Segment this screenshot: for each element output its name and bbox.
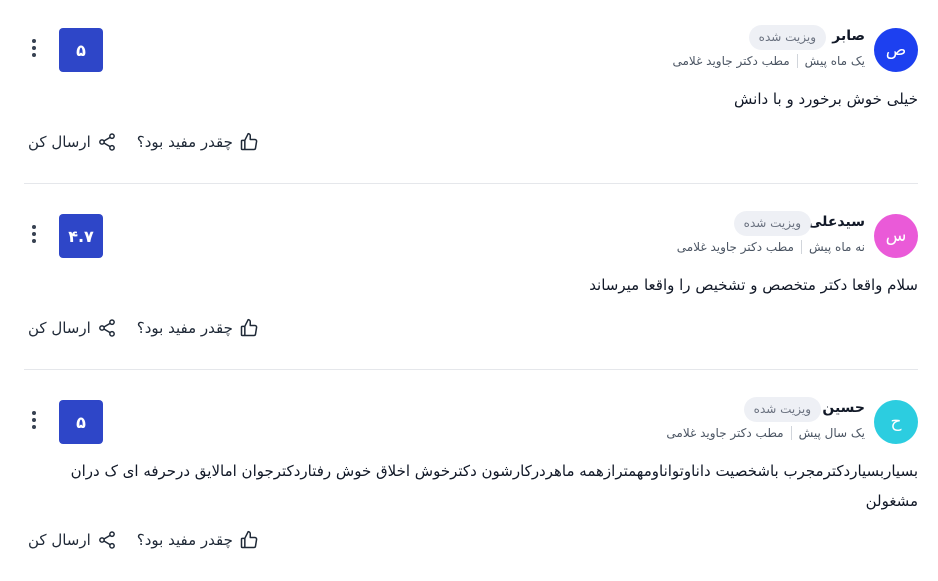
review-actions: چقدر مفید بود؟ ارسال کن: [28, 318, 259, 338]
review-time: یک ماه پیش: [804, 54, 865, 68]
avatar: س: [874, 214, 918, 258]
review-time: یک سال پیش: [798, 426, 865, 440]
helpful-label: چقدر مفید بود؟: [136, 133, 233, 151]
review-meta: یک سال پیش مطب دکتر جاوید غلامی: [666, 426, 865, 440]
review-card: س سیدعلی ویزیت شده نه ماه پیش مطب دکتر ج…: [24, 211, 918, 354]
reviewer-name: سیدعلی: [807, 214, 865, 230]
clinic-name: مطب دکتر جاوید غلامی: [666, 426, 784, 440]
thumbs-up-icon: [240, 132, 258, 151]
review-actions: چقدر مفید بود؟ ارسال کن: [28, 132, 259, 152]
share-icon: [98, 319, 115, 337]
share-label: ارسال کن: [28, 319, 91, 337]
avatar: ص: [874, 28, 918, 72]
more-options-icon[interactable]: [28, 225, 40, 245]
rating-score: ۵: [59, 400, 103, 444]
clinic-name: مطب دکتر جاوید غلامی: [676, 240, 794, 254]
share-button[interactable]: ارسال کن: [28, 318, 117, 338]
rating-score: ۴.۷: [59, 214, 103, 258]
review-meta: یک ماه پیش مطب دکتر جاوید غلامی: [672, 54, 865, 68]
share-label: ارسال کن: [28, 133, 91, 151]
more-options-icon[interactable]: [28, 39, 40, 59]
share-button[interactable]: ارسال کن: [28, 530, 117, 550]
helpful-label: چقدر مفید بود؟: [136, 319, 233, 337]
share-label: ارسال کن: [28, 531, 91, 549]
more-options-icon[interactable]: [28, 411, 40, 431]
visited-badge: ویزیت شده: [743, 397, 821, 422]
review-comment: بسیاربسیاردکترمجرب باشخصیت داناوتواناومه…: [70, 462, 918, 510]
reviewer-name: حسین: [822, 400, 865, 416]
share-icon: [98, 133, 115, 151]
share-icon: [98, 531, 115, 549]
thumbs-up-icon: [240, 530, 258, 549]
helpful-button[interactable]: چقدر مفید بود؟: [137, 530, 259, 550]
clinic-name: مطب دکتر جاوید غلامی: [672, 54, 790, 68]
reviewer-name: صابر: [832, 28, 865, 44]
review-comment: خیلی خوش برخورد و با دانش: [734, 90, 918, 108]
divider: [24, 183, 918, 184]
review-meta: نه ماه پیش مطب دکتر جاوید غلامی: [677, 240, 865, 254]
avatar: ح: [874, 400, 918, 444]
reviews-list: ص صابر ویزیت شده یک ماه پیش مطب دکتر جاو…: [0, 0, 938, 581]
review-time: نه ماه پیش: [808, 240, 865, 254]
thumbs-up-icon: [240, 318, 258, 337]
divider: [24, 369, 918, 370]
meta-separator: [790, 426, 792, 440]
visited-badge: ویزیت شده: [733, 211, 811, 236]
review-card: ح حسین ویزیت شده یک سال پیش مطب دکتر جاو…: [24, 397, 918, 570]
helpful-button[interactable]: چقدر مفید بود؟: [137, 318, 259, 338]
helpful-label: چقدر مفید بود؟: [136, 531, 233, 549]
meta-separator: [800, 240, 802, 254]
meta-separator: [796, 54, 798, 68]
review-card: ص صابر ویزیت شده یک ماه پیش مطب دکتر جاو…: [24, 25, 918, 168]
review-actions: چقدر مفید بود؟ ارسال کن: [28, 530, 259, 550]
rating-score: ۵: [59, 28, 103, 72]
share-button[interactable]: ارسال کن: [28, 132, 117, 152]
helpful-button[interactable]: چقدر مفید بود؟: [137, 132, 259, 152]
visited-badge: ویزیت شده: [748, 25, 826, 50]
review-comment: سلام واقعا دکتر متخصص و تشخیص را واقعا م…: [589, 276, 918, 294]
